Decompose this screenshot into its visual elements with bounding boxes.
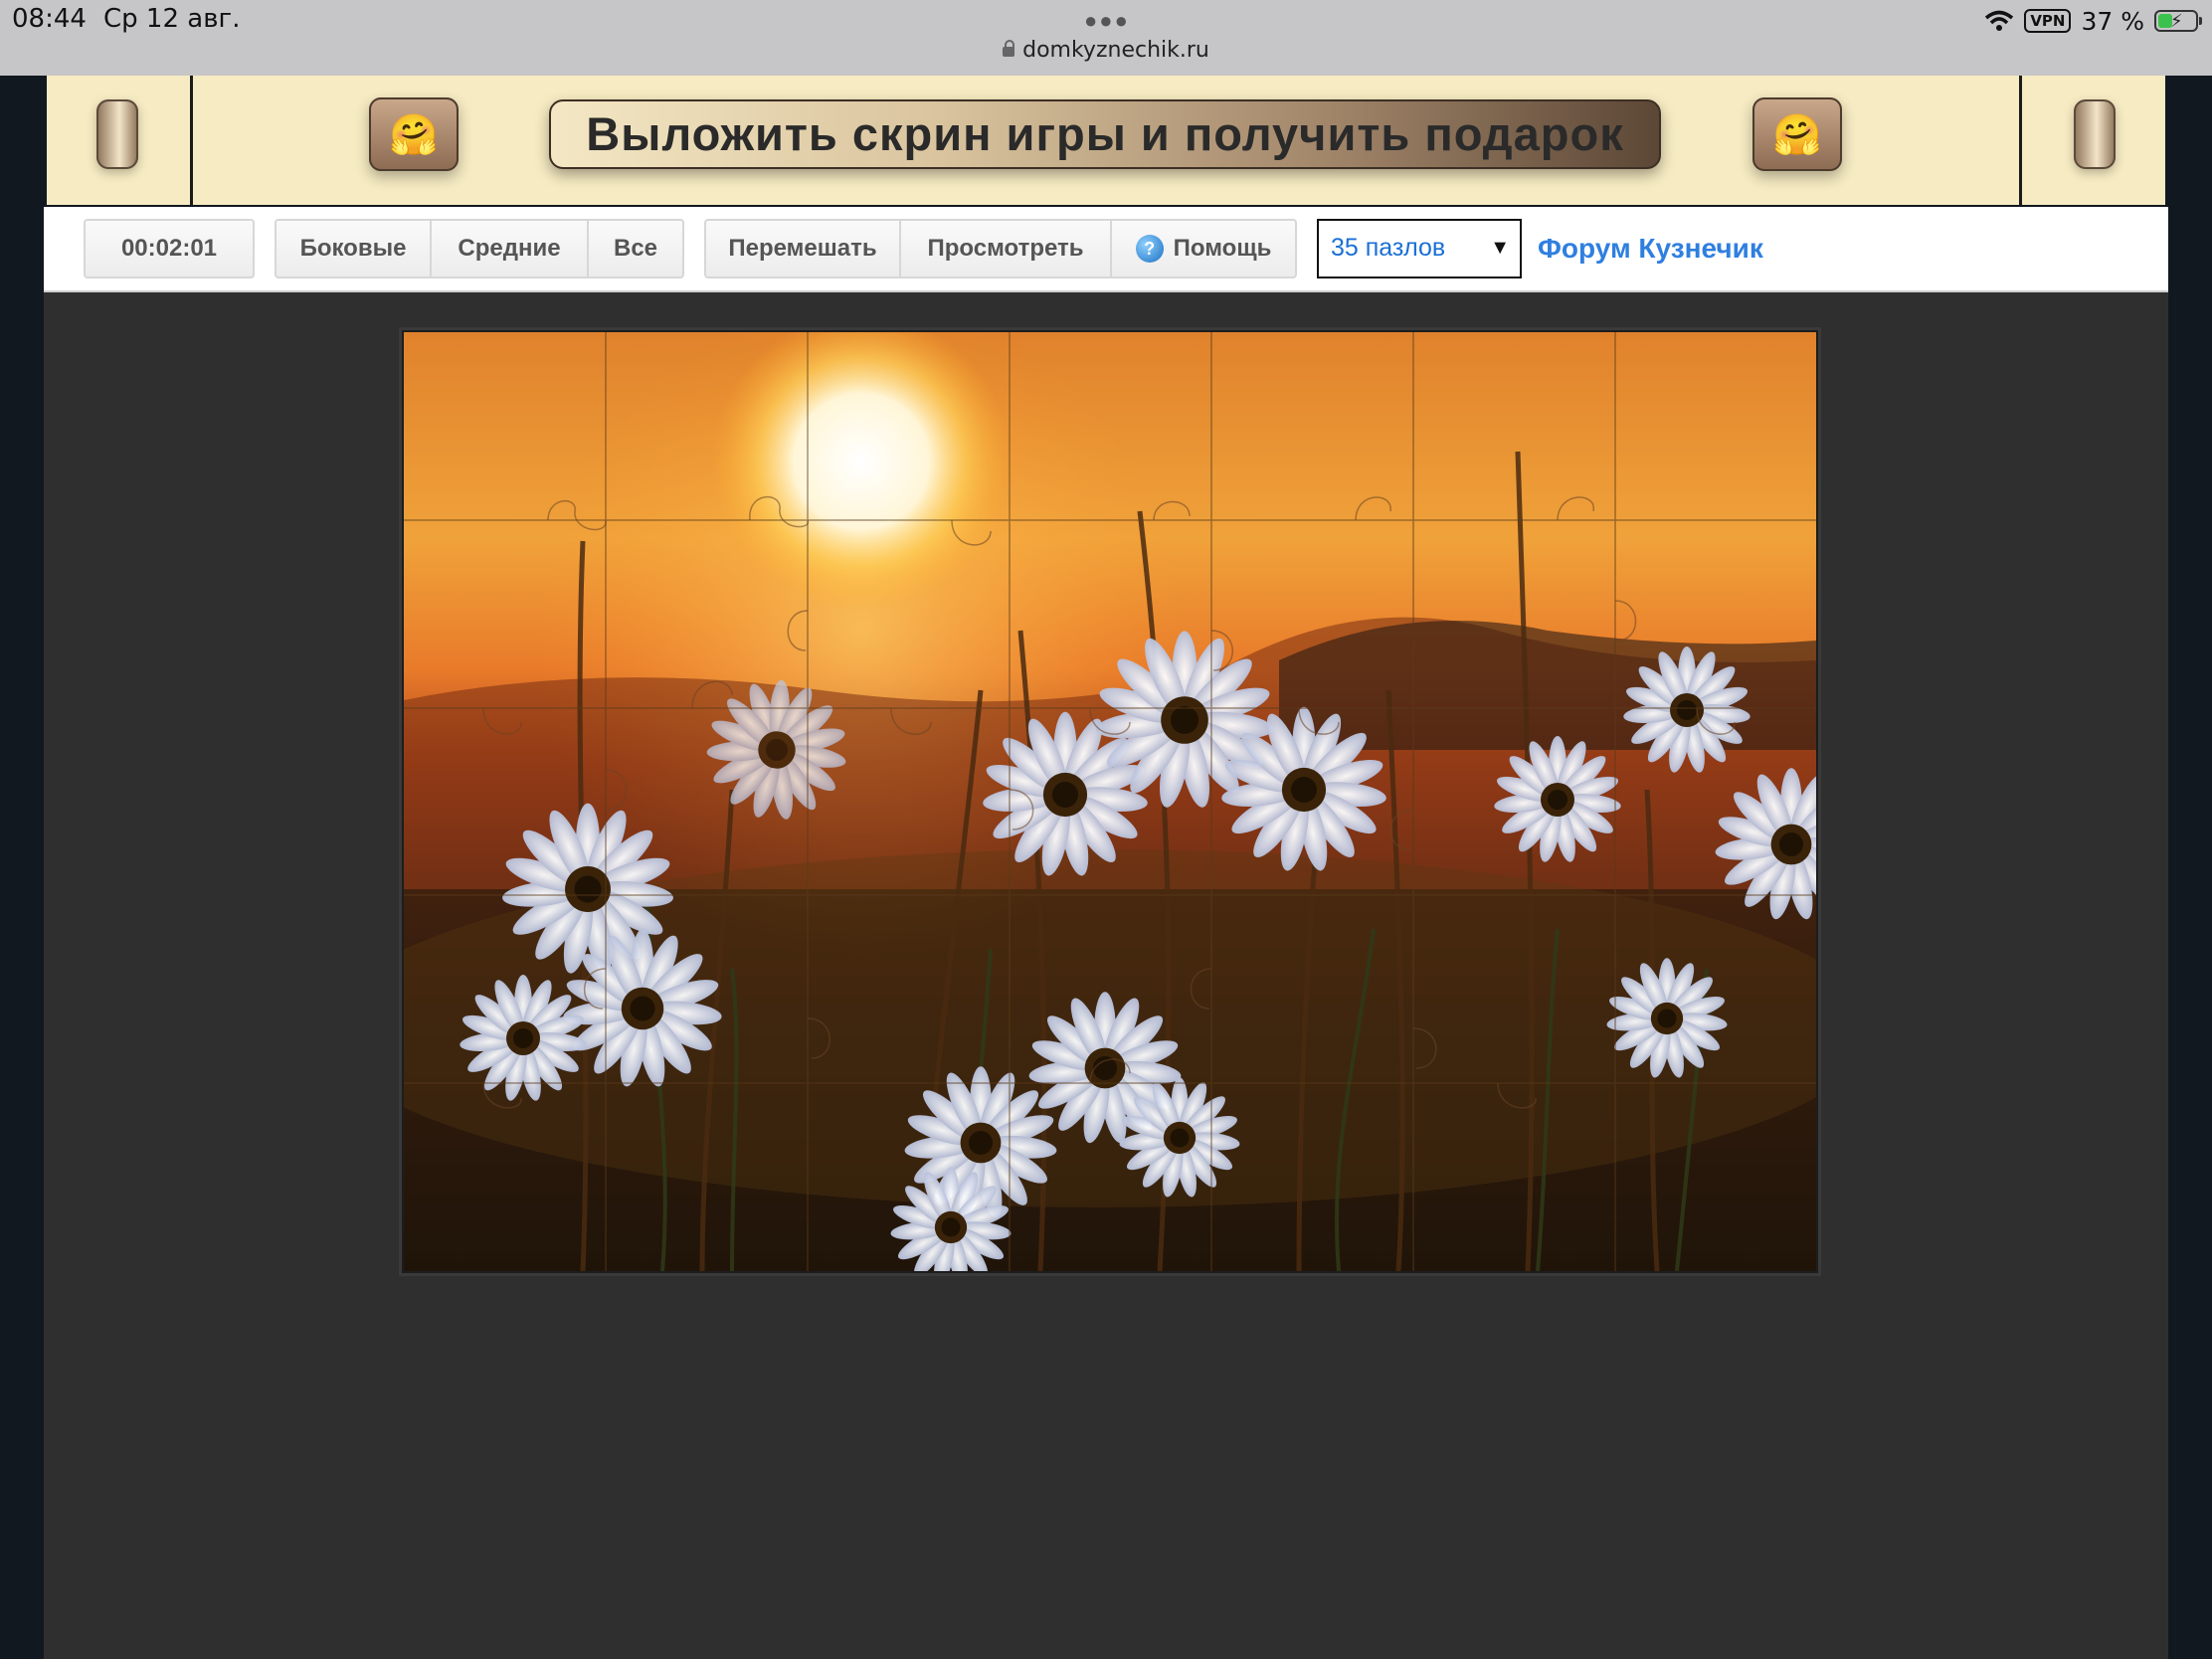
question-globe-icon: ? (1135, 235, 1164, 263)
hug-emoji-icon-right[interactable]: 🤗 (1752, 97, 1842, 171)
status-date: Ср 12 авг. (103, 4, 241, 34)
banner-divider-left (190, 76, 193, 205)
dropdown-arrow-icon: ▼ (1490, 237, 1510, 259)
preview-button[interactable]: Просмотреть (901, 219, 1112, 278)
play-area (44, 292, 2168, 1659)
status-right: VPN 37 % ⚡ (1984, 4, 2202, 38)
address-bar[interactable]: domkyznechik.ru (0, 38, 2212, 63)
timer-display: 00:02:01 (84, 219, 255, 278)
banner-divider-right (2019, 76, 2022, 205)
status-time: 08:44 (12, 4, 87, 34)
vpn-badge: VPN (2024, 9, 2072, 33)
banner-pill-right (2074, 99, 2116, 169)
promo-banner: 🤗 Выложить скрин игры и получить подарок… (47, 76, 2165, 205)
banner-pill-left (96, 99, 138, 169)
help-label: Помощь (1173, 235, 1272, 262)
shuffle-button[interactable]: Перемешать (704, 219, 901, 278)
battery-percent: 37 % (2081, 6, 2144, 36)
middle-pieces-button[interactable]: Средние (432, 219, 589, 278)
lock-icon (1003, 40, 1015, 57)
banner-title-button[interactable]: Выложить скрин игры и получить подарок (549, 99, 1661, 169)
puzzle-board[interactable] (404, 332, 1816, 1271)
all-pieces-button[interactable]: Все (589, 219, 684, 278)
puzzle-image (404, 332, 1816, 1271)
multitask-dots-icon[interactable]: ●●● (1084, 8, 1130, 34)
hug-emoji-icon-left[interactable]: 🤗 (369, 97, 459, 171)
help-button[interactable]: ? Помощь (1112, 219, 1297, 278)
url-text: domkyznechik.ru (1022, 38, 1209, 63)
status-bar: 08:44 Ср 12 авг. ●●● domkyznechik.ru VPN… (0, 0, 2212, 76)
battery-icon: ⚡ (2154, 10, 2202, 32)
puzzle-toolbar: 00:02:01 Боковые Средние Все Перемешать … (44, 207, 2168, 292)
piece-count-value: 35 пазлов (1331, 234, 1446, 262)
wifi-icon (1984, 10, 2014, 32)
edge-pieces-button[interactable]: Боковые (275, 219, 432, 278)
forum-link[interactable]: Форум Кузнечик (1538, 229, 1763, 269)
piece-count-select[interactable]: 35 пазлов ▼ (1317, 219, 1522, 278)
